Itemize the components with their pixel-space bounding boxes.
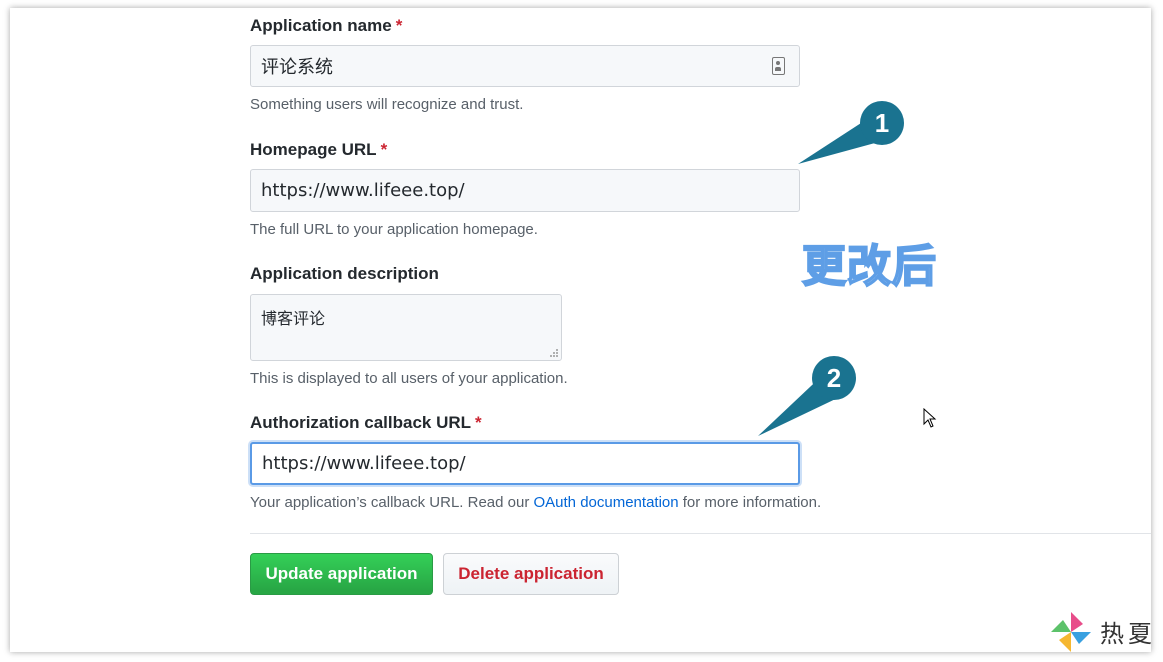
contact-card-icon[interactable] <box>772 57 785 75</box>
required-mark: * <box>475 413 482 432</box>
annotation-number-1: 1 <box>875 108 889 138</box>
description-value: 博客评论 <box>261 309 326 328</box>
pinwheel-logo-icon <box>1051 612 1091 652</box>
homepage-url-value: https://www.lifeee.top/ <box>261 180 465 201</box>
annotation-callout-1: 1 <box>798 101 904 164</box>
homepage-url-label: Homepage URL * <box>250 140 387 160</box>
callback-help-text: Your application’s callback URL. Read ou… <box>250 494 534 511</box>
callback-url-label-text: Authorization callback URL <box>250 413 472 432</box>
update-application-button[interactable]: Update application <box>250 553 433 595</box>
app-name-label: Application name * <box>250 16 402 36</box>
required-mark: * <box>380 140 388 159</box>
homepage-url-input[interactable]: https://www.lifeee.top/ <box>250 169 800 212</box>
homepage-url-help: The full URL to your application homepag… <box>250 221 538 238</box>
browser-viewport: Application name * 评论系统 Something users w… <box>10 8 1151 652</box>
homepage-url-label-text: Homepage URL <box>250 140 377 159</box>
callback-url-input[interactable]: https://www.lifeee.top/ <box>250 442 800 485</box>
divider <box>250 533 1151 534</box>
app-name-input[interactable]: 评论系统 <box>250 45 800 87</box>
changed-annotation-text: 更改后 <box>801 240 937 293</box>
delete-application-button[interactable]: Delete application <box>443 553 619 595</box>
app-name-help: Something users will recognize and trust… <box>250 96 524 113</box>
watermark-text: 热夏 <box>1100 620 1151 648</box>
callback-url-label: Authorization callback URL * <box>250 413 482 433</box>
app-name-label-text: Application name <box>250 16 392 35</box>
description-textarea[interactable]: 博客评论 <box>250 294 562 361</box>
description-label: Application description <box>250 264 439 283</box>
oauth-documentation-link[interactable]: OAuth documentation <box>534 494 679 511</box>
annotation-number-2: 2 <box>827 363 841 393</box>
callback-url-value: https://www.lifeee.top/ <box>262 453 466 474</box>
app-name-value: 评论系统 <box>261 57 333 78</box>
mouse-cursor-icon <box>923 408 937 428</box>
resize-handle-icon[interactable] <box>549 348 559 358</box>
callback-help-text-end: for more information. <box>678 494 822 511</box>
callback-url-help: Your application’s callback URL. Read ou… <box>250 494 821 511</box>
required-mark: * <box>395 16 403 35</box>
description-help: This is displayed to all users of your a… <box>250 370 568 387</box>
annotation-callout-2: 2 <box>758 356 856 436</box>
